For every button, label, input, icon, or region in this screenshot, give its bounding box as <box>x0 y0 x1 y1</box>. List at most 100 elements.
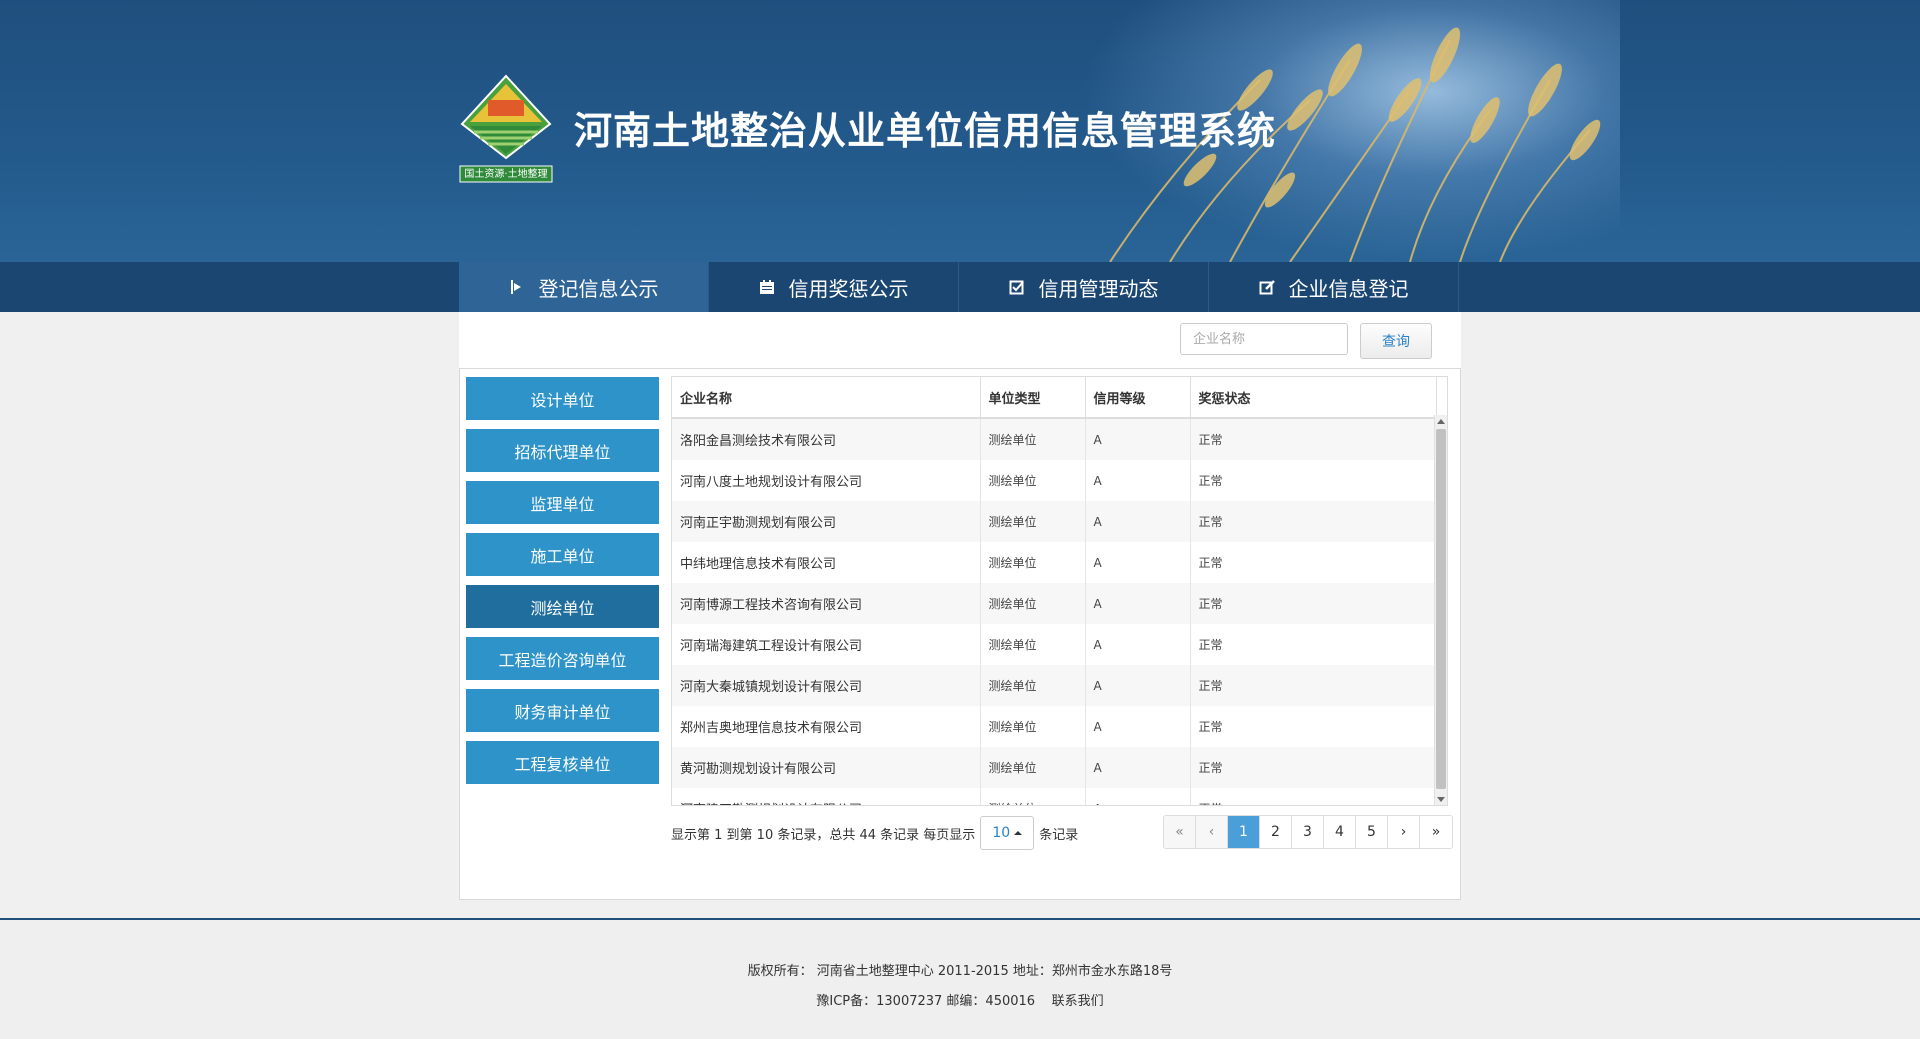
cell-company-name: 中纬地理信息技术有限公司 <box>672 542 981 583</box>
cell-company-name: 洛阳金昌测绘技术有限公司 <box>672 418 981 460</box>
nav-label: 信用奖惩公示 <box>788 276 909 301</box>
nav-registration-info[interactable]: 登记信息公示 <box>459 262 709 312</box>
cell-credit-level: A <box>1085 624 1191 665</box>
column-header-credit-level[interactable]: 信用等级 <box>1085 377 1191 419</box>
cell-credit-level: A <box>1085 542 1191 583</box>
table-scrollbar[interactable] <box>1434 415 1447 805</box>
table-row[interactable]: 河南八度土地规划设计有限公司 测绘单位 A 正常 <box>672 460 1437 501</box>
calendar-icon <box>759 280 774 294</box>
main-panel: 查询 设计单位 招标代理单位 监理单位 施工单位 测绘单位 工程造价咨询单位 财… <box>459 312 1461 900</box>
pagination-info-suffix: 条记录 <box>1039 827 1079 843</box>
sidebar-item-supervision[interactable]: 监理单位 <box>466 481 659 524</box>
nav-credit-news[interactable]: 信用管理动态 <box>959 262 1209 312</box>
edit-icon <box>1259 280 1275 295</box>
cell-company-name: 黄河勘测规划设计有限公司 <box>672 747 981 788</box>
page-4-button[interactable]: 4 <box>1324 816 1356 848</box>
caret-up-icon <box>1014 831 1023 835</box>
cell-company-name: 河南正宇勘测规划有限公司 <box>672 501 981 542</box>
first-page-button[interactable]: « <box>1164 816 1196 848</box>
sidebar-item-cost-consulting[interactable]: 工程造价咨询单位 <box>466 637 659 680</box>
contact-us-link[interactable]: 联系我们 <box>1052 994 1104 1009</box>
page-5-button[interactable]: 5 <box>1356 816 1388 848</box>
sidebar-item-design[interactable]: 设计单位 <box>466 377 659 420</box>
table-row[interactable]: 河南大秦城镇规划设计有限公司 测绘单位 A 正常 <box>672 665 1437 706</box>
sidebar-item-construction[interactable]: 施工单位 <box>466 533 659 576</box>
cell-credit-level: A <box>1085 501 1191 542</box>
content-box: 设计单位 招标代理单位 监理单位 施工单位 测绘单位 工程造价咨询单位 财务审计… <box>459 368 1461 900</box>
site-title: 河南土地整治从业单位信用信息管理系统 <box>574 109 1277 153</box>
nav-label: 信用管理动态 <box>1038 276 1159 301</box>
column-header-company-name[interactable]: 企业名称 <box>672 377 981 419</box>
sidebar-item-project-review[interactable]: 工程复核单位 <box>466 741 659 784</box>
page-2-button[interactable]: 2 <box>1260 816 1292 848</box>
company-table: 企业名称 单位类型 信用等级 奖惩状态 洛阳金昌测绘技术有限公司 测绘单位 A 正常 … <box>671 376 1448 806</box>
column-header-reward-status[interactable]: 奖惩状态 <box>1190 377 1437 419</box>
logo-text: 国土资源·土地整理 <box>464 169 548 180</box>
page-1-button[interactable]: 1 <box>1228 816 1260 848</box>
footer-icp-line: 豫ICP备：13007237 邮编：450016 联系我们 <box>0 990 1920 1009</box>
scroll-thumb[interactable] <box>1436 429 1446 789</box>
cell-unit-type: 测绘单位 <box>980 706 1086 747</box>
table-row[interactable]: 中纬地理信息技术有限公司 测绘单位 A 正常 <box>672 542 1437 583</box>
nav-label: 企业信息登记 <box>1288 276 1409 301</box>
company-table-grid: 企业名称 单位类型 信用等级 奖惩状态 洛阳金昌测绘技术有限公司 测绘单位 A 正常 … <box>672 377 1437 805</box>
cell-unit-type: 测绘单位 <box>980 665 1086 706</box>
pagination-info: 显示第 1 到第 10 条记录，总共 44 条记录 每页显示 10 条记录 <box>671 816 1078 850</box>
cell-reward-status: 正常 <box>1190 665 1437 706</box>
nav-label: 登记信息公示 <box>538 276 659 301</box>
nav-company-registration[interactable]: 企业信息登记 <box>1209 262 1459 312</box>
signpost-icon <box>510 280 521 294</box>
pagination-info-text: 显示第 1 到第 10 条记录，总共 44 条记录 每页显示 <box>671 827 976 843</box>
page-size-dropdown[interactable]: 10 <box>980 816 1035 850</box>
cell-company-name: 河南博源工程技术咨询有限公司 <box>672 583 981 624</box>
table-row[interactable]: 河南正宇勘测规划有限公司 测绘单位 A 正常 <box>672 501 1437 542</box>
cell-credit-level: A <box>1085 706 1191 747</box>
page-3-button[interactable]: 3 <box>1292 816 1324 848</box>
cell-credit-level: A <box>1085 788 1191 805</box>
table-row[interactable]: 黄河勘测规划设计有限公司 测绘单位 A 正常 <box>672 747 1437 788</box>
cell-unit-type: 测绘单位 <box>980 583 1086 624</box>
cell-company-name: 河南建正勘测规划设计有限公司 <box>672 788 981 805</box>
cell-unit-type: 测绘单位 <box>980 788 1086 805</box>
next-page-button[interactable]: › <box>1388 816 1420 848</box>
scroll-down-arrow-icon[interactable] <box>1437 797 1445 802</box>
pagination: « ‹ 1 2 3 4 5 › » <box>1163 815 1453 849</box>
table-row[interactable]: 郑州吉奥地理信息技术有限公司 测绘单位 A 正常 <box>672 706 1437 747</box>
cell-reward-status: 正常 <box>1190 542 1437 583</box>
cell-reward-status: 正常 <box>1190 460 1437 501</box>
scroll-up-arrow-icon[interactable] <box>1437 419 1445 424</box>
footer-icp: 豫ICP备：13007237 邮编：450016 <box>816 994 1036 1009</box>
sidebar-item-financial-audit[interactable]: 财务审计单位 <box>466 689 659 732</box>
checkbox-icon <box>1009 280 1024 295</box>
nav-credit-rewards[interactable]: 信用奖惩公示 <box>709 262 959 312</box>
cell-credit-level: A <box>1085 583 1191 624</box>
company-name-search-input[interactable] <box>1180 323 1348 355</box>
table-row[interactable]: 河南建正勘测规划设计有限公司测绘单位A正常 <box>672 788 1437 805</box>
cell-reward-status: 正常 <box>1190 706 1437 747</box>
cell-reward-status: 正常 <box>1190 788 1437 805</box>
table-row[interactable]: 河南博源工程技术咨询有限公司 测绘单位 A 正常 <box>672 583 1437 624</box>
cell-credit-level: A <box>1085 418 1191 460</box>
search-button[interactable]: 查询 <box>1360 323 1432 359</box>
cell-company-name: 郑州吉奥地理信息技术有限公司 <box>672 706 981 747</box>
cell-credit-level: A <box>1085 665 1191 706</box>
site-header: 国土资源·土地整理 河南土地整治从业单位信用信息管理系统 <box>0 0 1920 262</box>
prev-page-button[interactable]: ‹ <box>1196 816 1228 848</box>
table-row[interactable]: 洛阳金昌测绘技术有限公司 测绘单位 A 正常 <box>672 418 1437 460</box>
page-size-value: 10 <box>992 825 1011 841</box>
cell-reward-status: 正常 <box>1190 418 1437 460</box>
column-header-unit-type[interactable]: 单位类型 <box>980 377 1086 419</box>
unit-type-sidebar: 设计单位 招标代理单位 监理单位 施工单位 测绘单位 工程造价咨询单位 财务审计… <box>466 377 659 793</box>
cell-credit-level: A <box>1085 460 1191 501</box>
last-page-button[interactable]: » <box>1420 816 1452 848</box>
main-nav-bar: 登记信息公示 信用奖惩公示 信用管理动态 企业信息登记 <box>0 262 1920 312</box>
table-header-row: 企业名称 单位类型 信用等级 奖惩状态 <box>672 377 1437 419</box>
cell-credit-level: A <box>1085 747 1191 788</box>
cell-unit-type: 测绘单位 <box>980 542 1086 583</box>
cell-unit-type: 测绘单位 <box>980 747 1086 788</box>
cell-reward-status: 正常 <box>1190 583 1437 624</box>
sidebar-item-bidding-agent[interactable]: 招标代理单位 <box>466 429 659 472</box>
cell-company-name: 河南瑞海建筑工程设计有限公司 <box>672 624 981 665</box>
sidebar-item-surveying[interactable]: 测绘单位 <box>466 585 659 628</box>
table-row[interactable]: 河南瑞海建筑工程设计有限公司 测绘单位 A 正常 <box>672 624 1437 665</box>
